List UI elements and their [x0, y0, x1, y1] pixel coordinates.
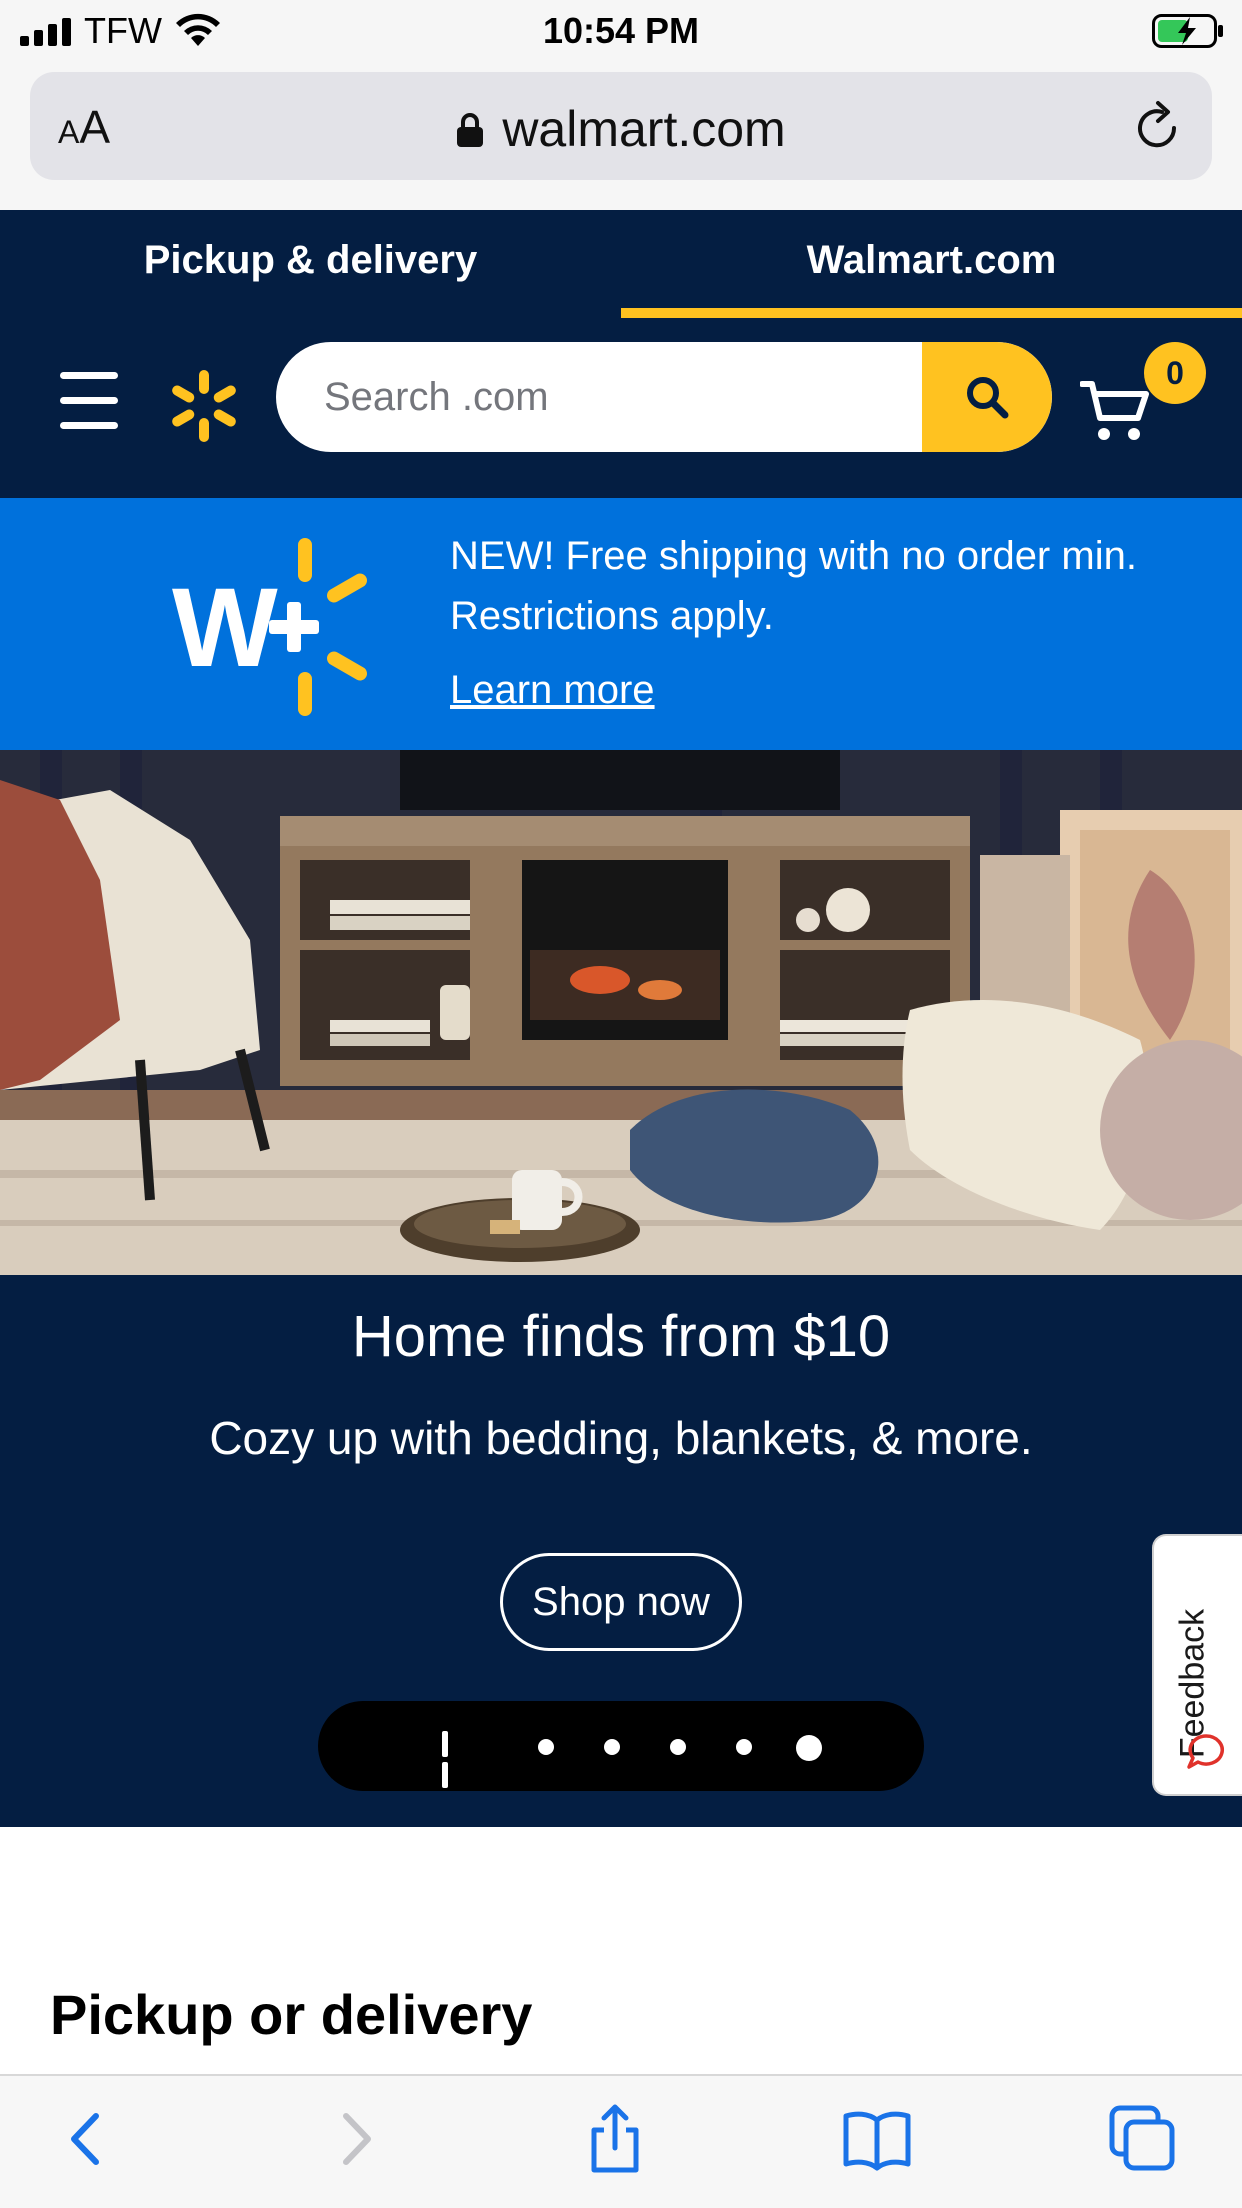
search-input[interactable] [276, 342, 922, 452]
carousel-controls [318, 1701, 924, 1791]
active-tab-indicator [621, 308, 1242, 318]
browser-address-area: AA walmart.com [0, 62, 1242, 210]
carousel-dot-2[interactable] [604, 1739, 620, 1755]
shop-now-button[interactable]: Shop now [500, 1553, 742, 1651]
menu-icon[interactable] [60, 372, 120, 430]
chat-bubble-icon [1187, 1734, 1224, 1769]
battery-charging-icon [1152, 14, 1223, 48]
carousel-dot-3[interactable] [670, 1739, 686, 1755]
section-heading: Pickup or delivery [50, 1983, 533, 2046]
share-icon[interactable] [580, 2104, 650, 2174]
walmart-plus-promo: W NEW! Free shipping with no order min. … [0, 498, 1242, 750]
hero-content: Home finds from $10 Cozy up with bedding… [0, 1275, 1242, 1827]
learn-more-link[interactable]: Learn more [450, 668, 655, 713]
walmart-plus-logo: W [172, 538, 367, 716]
promo-message: NEW! Free shipping with no order min. Re… [450, 534, 1137, 638]
carousel-dot-4[interactable] [736, 1739, 752, 1755]
living-room-illustration [0, 750, 1242, 1275]
browser-toolbar [0, 2074, 1242, 2208]
tabs-icon[interactable] [1108, 2104, 1178, 2174]
clock: 10:54 PM [542, 10, 700, 51]
forward-icon[interactable] [320, 2104, 390, 2174]
bookmarks-icon[interactable] [842, 2104, 912, 2174]
carousel-dot-5-active[interactable] [796, 1735, 822, 1761]
tab-pickup-delivery[interactable]: Pickup & delivery [0, 210, 621, 318]
tab-walmart-com[interactable]: Walmart.com [621, 210, 1242, 318]
url-display[interactable]: walmart.com [30, 100, 1212, 158]
lock-icon [457, 113, 484, 147]
cart-icon[interactable] [1080, 378, 1150, 444]
reload-icon[interactable] [1132, 98, 1186, 156]
search-bar [276, 342, 1052, 452]
site-header: Pickup & delivery Walmart.com 0 [0, 210, 1242, 498]
hero-subtitle: Cozy up with bedding, blankets, & more. [209, 1412, 1033, 1464]
hero-image[interactable] [0, 750, 1242, 1275]
address-bar[interactable]: AA walmart.com [30, 72, 1212, 180]
carousel-dot-1[interactable] [538, 1739, 554, 1755]
search-button[interactable] [922, 342, 1052, 452]
feedback-tab[interactable]: Feedback [1152, 1534, 1242, 1796]
walmart-spark-logo[interactable] [166, 368, 242, 444]
hero-title: Home finds from $10 [351, 1304, 891, 1369]
status-bar: TFW 10:54 PM [0, 0, 1242, 62]
svg-text:W: W [172, 565, 278, 690]
url-text: walmart.com [502, 101, 786, 157]
search-icon [967, 377, 1009, 419]
cart-count-badge[interactable]: 0 [1144, 342, 1206, 404]
back-icon[interactable] [52, 2104, 122, 2174]
header-tabs: Pickup & delivery Walmart.com [0, 210, 1242, 318]
pause-icon[interactable] [442, 1731, 466, 1788]
